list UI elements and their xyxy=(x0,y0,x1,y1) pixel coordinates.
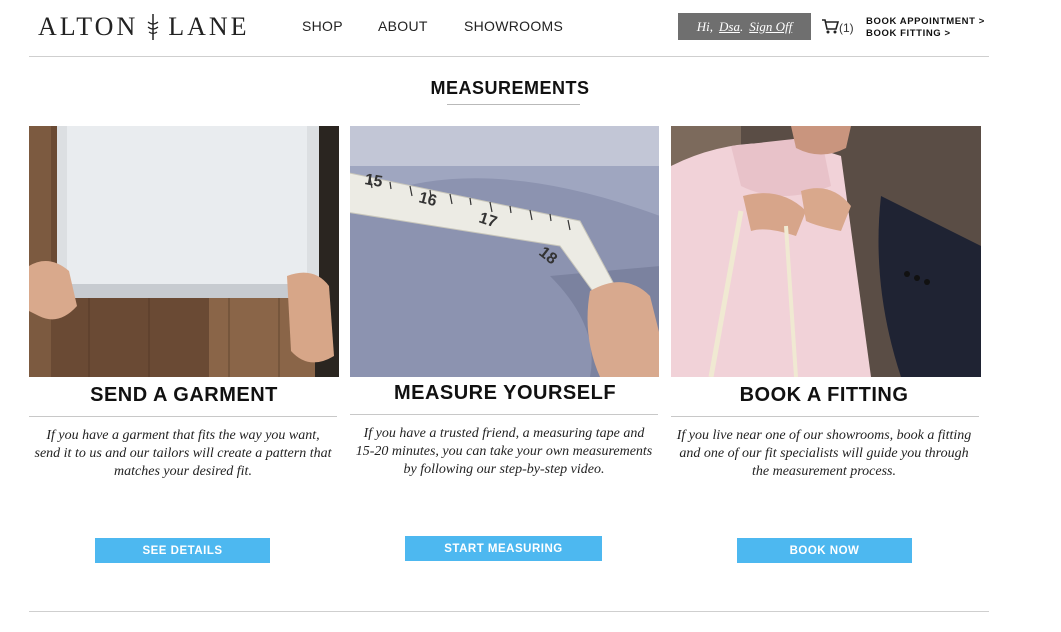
card-heading-send-garment: SEND A GARMENT xyxy=(90,384,278,406)
brand-logo[interactable]: ALTON LANE xyxy=(38,12,250,42)
header-divider xyxy=(29,56,989,57)
user-name-link[interactable]: Dsa xyxy=(719,19,740,35)
card-heading-measure-yourself: MEASURE YOURSELF xyxy=(393,382,617,404)
user-menu: Hi, Dsa. Sign Off xyxy=(678,13,811,40)
book-appointment-link[interactable]: BOOK APPOINTMENT > xyxy=(866,16,985,27)
card-heading-book-fitting: BOOK A FITTING xyxy=(739,384,909,406)
card-description-measure-yourself: If you have a trusted friend, a measurin… xyxy=(355,426,653,477)
nav-shop[interactable]: SHOP xyxy=(302,18,343,34)
send-garment-image xyxy=(29,126,339,377)
page-title: MEASUREMENTS xyxy=(430,78,590,98)
sign-off-link[interactable]: Sign Off xyxy=(749,19,792,35)
measure-yourself-image: 15 16 17 18 xyxy=(350,126,659,377)
book-fitting-image xyxy=(671,126,981,377)
cart-icon xyxy=(822,18,840,37)
logo-text-left: ALTON xyxy=(38,12,139,41)
card-divider xyxy=(671,416,979,417)
card-description-book-fitting: If you live near one of our showrooms, b… xyxy=(676,428,972,479)
book-fitting-link[interactable]: BOOK FITTING > xyxy=(866,28,951,39)
cart-button[interactable]: (1) xyxy=(822,18,854,37)
see-details-button[interactable]: SEE DETAILS xyxy=(95,538,270,563)
nav-showrooms[interactable]: SHOWROOMS xyxy=(464,18,563,34)
card-divider xyxy=(350,414,658,415)
logo-text-right: LANE xyxy=(168,12,250,41)
tape-number-15: 15 xyxy=(363,171,384,191)
card-description-send-garment: If you have a garment that fits the way … xyxy=(34,428,332,479)
start-measuring-button[interactable]: START MEASURING xyxy=(405,536,602,561)
cart-count: (1) xyxy=(839,20,854,35)
nav-about[interactable]: ABOUT xyxy=(378,18,428,34)
user-separator: . xyxy=(739,18,744,34)
user-greeting: Hi, xyxy=(696,18,714,34)
card-divider xyxy=(29,416,337,417)
title-underline xyxy=(447,104,580,105)
logo-divider-icon xyxy=(146,14,160,40)
book-now-button[interactable]: BOOK NOW xyxy=(737,538,912,563)
footer-divider xyxy=(29,611,989,612)
